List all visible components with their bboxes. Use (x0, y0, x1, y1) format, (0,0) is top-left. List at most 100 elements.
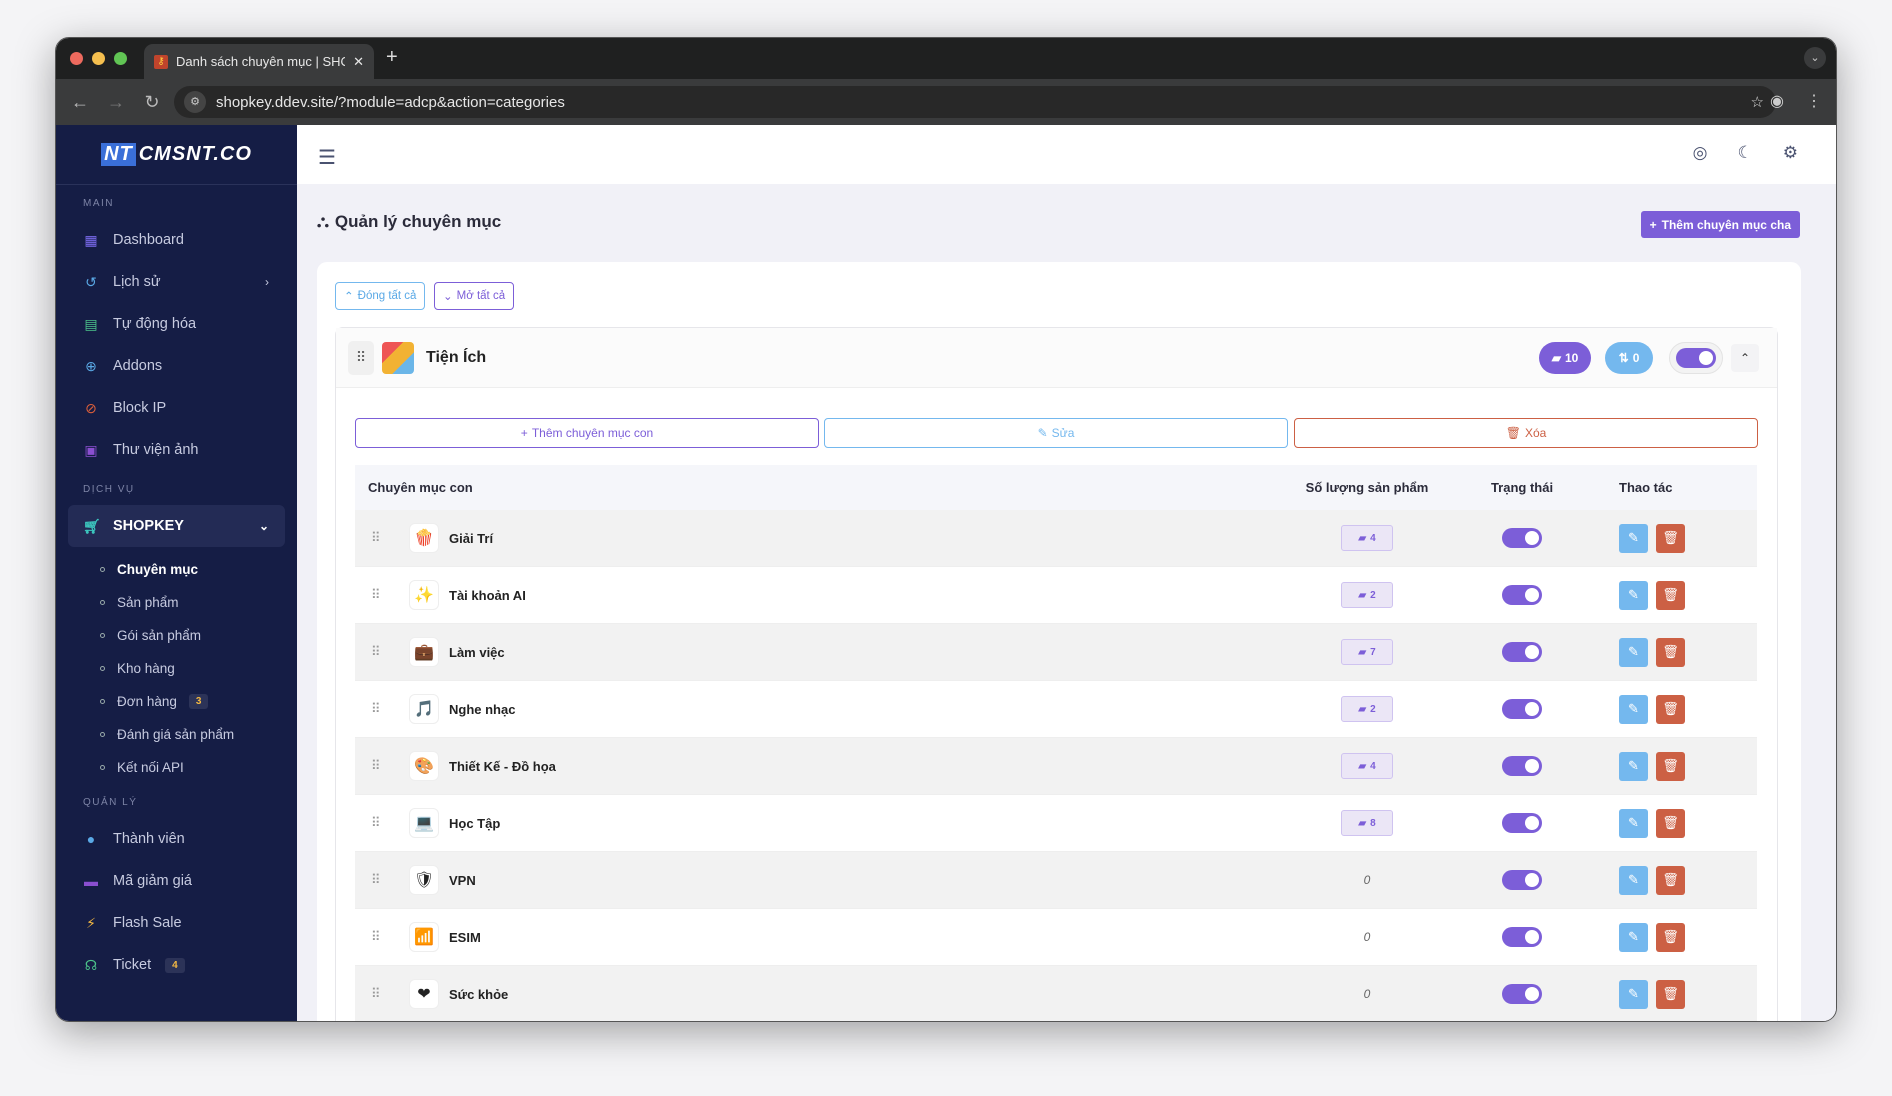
forward-icon[interactable]: → (98, 92, 134, 113)
edit-button[interactable]: ✎ (1619, 523, 1648, 553)
sidebar-item-block-ip[interactable]: ⊘ Block IP (56, 387, 297, 429)
delete-button[interactable]: 🗑︎ (1656, 808, 1685, 838)
drag-handle-icon[interactable]: ⠿ (371, 701, 387, 717)
edit-button[interactable]: ✎ (1619, 694, 1648, 724)
drag-handle-icon[interactable]: ⠿ (371, 815, 387, 831)
delete-button[interactable]: 🗑︎ (1656, 979, 1685, 1009)
status-toggle[interactable] (1502, 927, 1542, 947)
calendar-icon: ▤ (84, 315, 98, 332)
category-status-toggle[interactable] (1669, 342, 1723, 374)
drag-handle-icon[interactable]: ⠿ (371, 758, 387, 774)
sidebar-item-flash-sale[interactable]: ⚡︎ Flash Sale (56, 902, 297, 944)
user-icon: ● (86, 831, 96, 847)
drag-handle-icon[interactable]: ⠿ (371, 929, 387, 945)
delete-button[interactable]: 🗑︎ (1656, 580, 1685, 610)
drag-handle-icon[interactable]: ⠿ (371, 644, 387, 660)
collapse-chevron-icon[interactable]: ⌃ (1731, 344, 1759, 372)
user-circle-icon[interactable]: ◎ (1693, 143, 1708, 163)
delete-button[interactable]: 🗑︎ (1656, 865, 1685, 895)
settings-gear-icon[interactable]: ⚙ (1783, 143, 1798, 163)
edit-button[interactable]: ✎ (1619, 922, 1648, 952)
drag-handle-icon[interactable]: ⠿ (371, 587, 387, 603)
bookmark-star-icon[interactable]: ☆ (1751, 93, 1764, 111)
menu-toggle-icon[interactable]: ☰ (318, 145, 336, 170)
url-field[interactable]: ⚙ shopkey.ddev.site/?module=adcp&action=c… (174, 86, 1776, 118)
sidebar-item-dashboard[interactable]: ▦ Dashboard (56, 219, 297, 261)
browser-tab[interactable]: ⚷ Danh sách chuyên mục | SHO ✕ (144, 44, 374, 79)
label: Lịch sử (113, 274, 161, 290)
sidebar-sub-stock[interactable]: Kho hàng (56, 652, 297, 685)
subcategory-image: 💻 (409, 808, 439, 838)
profile-icon[interactable]: ◉ (1770, 91, 1784, 111)
edit-button[interactable]: ✎ (1619, 979, 1648, 1009)
sidebar-item-gallery[interactable]: ▣ Thư viện ảnh (56, 429, 297, 471)
sidebar-sub-products[interactable]: Sản phẩm (56, 586, 297, 619)
product-count-badge: ▰ 2 (1341, 582, 1393, 608)
status-toggle[interactable] (1502, 984, 1542, 1004)
sidebar-item-ticket[interactable]: ☊ Ticket 4 (56, 944, 297, 986)
edit-button[interactable]: ✎ (1619, 637, 1648, 667)
category-image (382, 341, 414, 374)
edit-button[interactable]: ✎ (1619, 580, 1648, 610)
delete-button[interactable]: 🗑︎ (1656, 751, 1685, 781)
reload-icon[interactable]: ↻ (134, 92, 170, 113)
drag-handle-icon[interactable]: ⠿ (371, 986, 387, 1002)
delete-category-button[interactable]: 🗑︎ Xóa (1294, 418, 1758, 448)
status-toggle[interactable] (1502, 528, 1542, 548)
maximize-window-button[interactable] (114, 52, 127, 65)
category-header: ⠿ Tiện Ích ▰ 10 ⇅ 0 ⌃ (336, 328, 1777, 388)
sidebar-item-history[interactable]: ↺ Lịch sử › (56, 261, 297, 303)
tab-search-button[interactable]: ⌄ (1804, 47, 1826, 69)
more-menu-icon[interactable]: ⋮ (1806, 91, 1822, 111)
delete-button[interactable]: 🗑︎ (1656, 523, 1685, 553)
plus-circle-icon: ⊕ (85, 357, 97, 374)
dark-mode-icon[interactable]: ☾ (1738, 143, 1753, 163)
status-toggle[interactable] (1502, 585, 1542, 605)
delete-button[interactable]: 🗑︎ (1656, 694, 1685, 724)
expand-all-button[interactable]: ⌄ Mở tất cả (434, 282, 515, 310)
delete-button[interactable]: 🗑︎ (1656, 637, 1685, 667)
edit-button[interactable]: ✎ (1619, 808, 1648, 838)
add-child-category-button[interactable]: + Thêm chuyên mục con (355, 418, 819, 448)
logo[interactable]: NT CMSNT.CO (56, 125, 297, 185)
sidebar-item-addons[interactable]: ⊕ Addons (56, 345, 297, 387)
drag-handle-icon[interactable]: ⠿ (348, 340, 374, 375)
edit-button[interactable]: ✎ (1619, 751, 1648, 781)
product-count: 0 (1363, 987, 1371, 1001)
status-toggle[interactable] (1502, 642, 1542, 662)
drag-handle-icon[interactable]: ⠿ (371, 530, 387, 546)
sort-icon: ⇅ (1618, 351, 1629, 365)
close-tab-icon[interactable]: ✕ (353, 54, 364, 70)
new-tab-button[interactable]: + (386, 46, 398, 69)
minimize-window-button[interactable] (92, 52, 105, 65)
sidebar-sub-orders[interactable]: Đơn hàng 3 (56, 685, 297, 718)
site-settings-icon[interactable]: ⚙ (184, 91, 206, 113)
back-icon[interactable]: ← (62, 92, 98, 113)
sidebar-item-coupons[interactable]: ▬ Mã giảm giá (56, 860, 297, 902)
sidebar-item-shopkey[interactable]: 🛒︎ SHOPKEY ⌄ (68, 505, 285, 547)
edit-button[interactable]: ✎ (1619, 865, 1648, 895)
label: Flash Sale (113, 915, 182, 931)
chevron-right-icon: › (265, 275, 269, 289)
add-parent-category-button[interactable]: + Thêm chuyên mục cha (1640, 211, 1800, 238)
status-toggle[interactable] (1502, 699, 1542, 719)
sidebar-sub-packages[interactable]: Gói sản phẩm (56, 619, 297, 652)
sidebar-sub-categories[interactable]: Chuyên mục (56, 553, 297, 586)
sidebar-sub-api[interactable]: Kết nối API (56, 751, 297, 784)
sidebar-item-members[interactable]: ● Thành viên (56, 818, 297, 860)
drag-handle-icon[interactable]: ⠿ (371, 872, 387, 888)
label: CMSNT.CO (138, 143, 252, 165)
collapse-all-button[interactable]: ⌃ Đóng tất cả (335, 282, 426, 310)
close-window-button[interactable] (70, 52, 83, 65)
label: Kết nối API (117, 760, 184, 775)
status-toggle[interactable] (1502, 756, 1542, 776)
edit-category-button[interactable]: ✎ Sửa (824, 418, 1288, 448)
chevron-down-icon: ⌄ (258, 519, 269, 533)
delete-button[interactable]: 🗑︎ (1656, 922, 1685, 952)
label: 0 (1632, 351, 1640, 365)
status-toggle[interactable] (1502, 870, 1542, 890)
status-toggle[interactable] (1502, 813, 1542, 833)
sidebar-sub-reviews[interactable]: Đánh giá sản phẩm (56, 718, 297, 751)
sidebar-item-automation[interactable]: ▤ Tự động hóa (56, 303, 297, 345)
box-icon: ▰ (1358, 817, 1367, 829)
